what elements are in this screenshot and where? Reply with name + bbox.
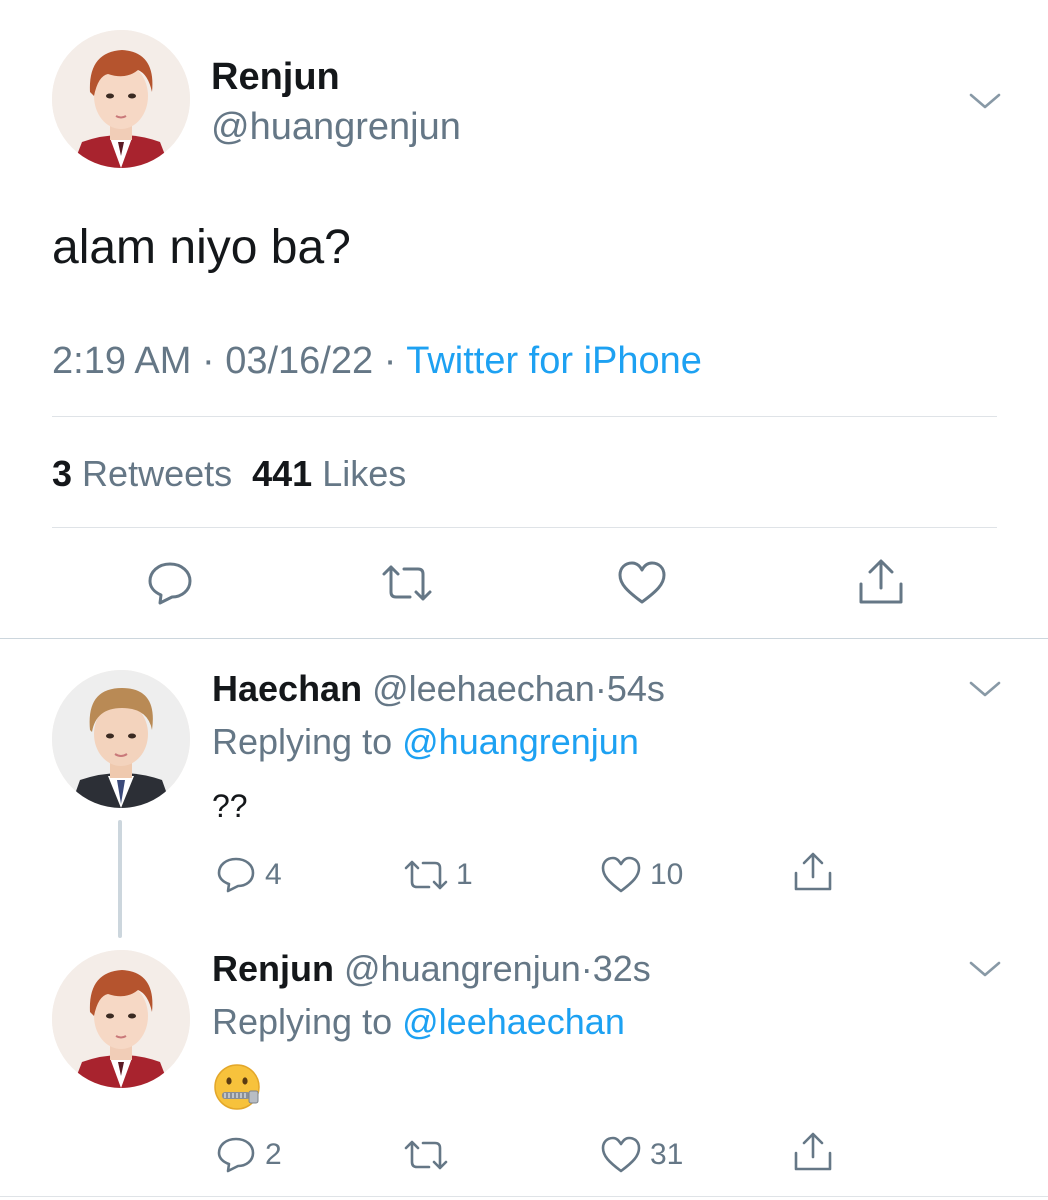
thread-connector — [118, 820, 122, 938]
divider — [52, 416, 997, 417]
reply-text: ?? — [212, 788, 248, 824]
like-heart-icon[interactable] — [600, 856, 642, 894]
reply-emoji: 🤐 — [212, 1062, 262, 1112]
author-avatar[interactable] — [52, 30, 190, 168]
replying-to-handle[interactable]: @leehaechan — [402, 1001, 625, 1042]
reply-author-handle[interactable]: @leehaechan — [372, 668, 595, 709]
author-handle[interactable]: @huangrenjun — [211, 106, 461, 149]
divider — [0, 1196, 1048, 1197]
tweet-text: alam niyo ba? — [52, 221, 351, 274]
retweet-count: 1 — [456, 858, 473, 891]
likes-count: 441 — [252, 453, 313, 494]
retweets-stat[interactable]: 3 Retweets — [52, 453, 232, 494]
share-icon[interactable] — [792, 1132, 834, 1172]
reply-author-avatar[interactable] — [52, 950, 190, 1088]
meta-separator: · — [580, 948, 593, 989]
reply-header: Renjun @huangrenjun·32s — [212, 948, 651, 990]
replying-to: Replying to @leehaechan — [212, 1001, 625, 1043]
reply-icon[interactable] — [216, 856, 256, 894]
retweets-count: 3 — [52, 453, 73, 494]
likes-label: Likes — [322, 453, 407, 494]
replying-to-handle[interactable]: @huangrenjun — [402, 721, 639, 762]
reply-author-handle[interactable]: @huangrenjun — [344, 948, 581, 989]
reply-icon[interactable] — [216, 1136, 256, 1174]
tweet-date: 03/16/22 — [225, 340, 374, 382]
tweet-stats: 3 Retweets 441 Likes — [52, 453, 406, 495]
zipper-mouth-face-icon — [214, 1064, 260, 1110]
replying-to: Replying to @huangrenjun — [212, 721, 639, 763]
reply-time[interactable]: 54s — [607, 668, 665, 709]
reply-time[interactable]: 32s — [593, 948, 651, 989]
like-count: 10 — [650, 858, 684, 891]
author-name[interactable]: Renjun — [211, 56, 340, 99]
chevron-down-icon[interactable] — [968, 958, 1002, 980]
chevron-down-icon[interactable] — [968, 90, 1002, 112]
meta-separator: · — [201, 340, 215, 382]
reply-count: 4 — [265, 858, 282, 891]
reply-count: 2 — [265, 1138, 282, 1171]
likes-stat[interactable]: 441 Likes — [252, 453, 406, 494]
like-heart-icon[interactable] — [617, 560, 667, 606]
retweet-icon[interactable] — [403, 858, 449, 892]
replying-label: Replying to — [212, 721, 393, 762]
reply-header: Haechan @leehaechan·54s — [212, 668, 665, 710]
divider — [52, 527, 997, 528]
meta-separator: · — [383, 340, 397, 382]
retweet-icon[interactable] — [380, 562, 434, 604]
meta-separator: · — [594, 668, 607, 709]
retweets-label: Retweets — [82, 453, 233, 494]
chevron-down-icon[interactable] — [968, 678, 1002, 700]
replying-label: Replying to — [212, 1001, 393, 1042]
like-heart-icon[interactable] — [600, 1136, 642, 1174]
tweet-meta: 2:19 AM · 03/16/22 · Twitter for iPhone — [52, 340, 702, 383]
share-icon[interactable] — [792, 852, 834, 892]
like-count: 31 — [650, 1138, 684, 1171]
tweet-source-link[interactable]: Twitter for iPhone — [406, 340, 702, 382]
reply-author-name[interactable]: Haechan — [212, 668, 362, 709]
reply-text: 🤐 — [212, 1062, 213, 1063]
reply-author-avatar[interactable] — [52, 670, 190, 808]
share-icon[interactable] — [856, 558, 906, 606]
tweet-time: 2:19 AM — [52, 340, 192, 382]
reply-icon[interactable] — [146, 560, 194, 606]
section-divider — [0, 638, 1048, 639]
retweet-icon[interactable] — [403, 1138, 449, 1172]
reply-author-name[interactable]: Renjun — [212, 948, 334, 989]
